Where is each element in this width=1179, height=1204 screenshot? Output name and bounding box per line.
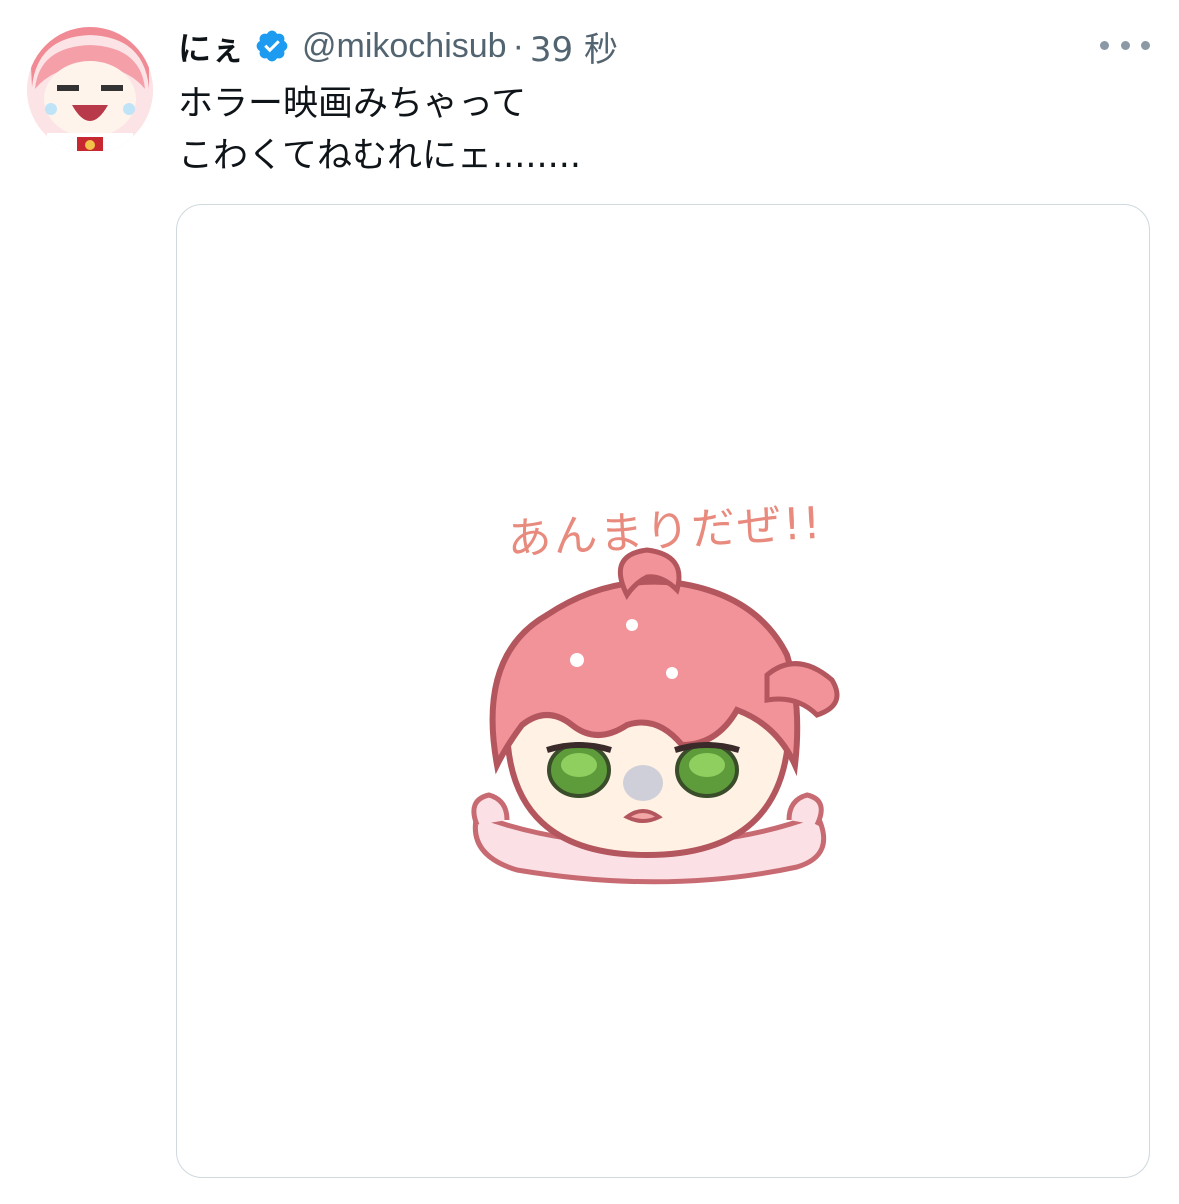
tweet-text: ホラー映画みちゃって こわくてねむれにェ........ xyxy=(178,78,1138,182)
sad-character-illustration xyxy=(471,547,840,885)
separator-dot: · xyxy=(512,26,524,65)
tweet-media[interactable]: あんまりだぜ!! xyxy=(176,204,1150,1178)
more-dots-icon[interactable] xyxy=(1100,30,1150,60)
timestamp[interactable]: 39 秒 xyxy=(530,22,618,71)
avatar-image xyxy=(27,27,153,153)
tweet-header: にぇ @mikochisub · 39 秒 xyxy=(178,22,618,70)
tweet-text-line: ホラー映画みちゃって xyxy=(178,84,527,124)
tweet-text-line: こわくてねむれにェ........ xyxy=(178,136,581,176)
verified-badge-icon xyxy=(254,28,290,64)
avatar[interactable] xyxy=(27,27,153,153)
display-name[interactable]: にぇ xyxy=(178,22,244,70)
user-handle[interactable]: @mikochisub xyxy=(302,27,507,66)
